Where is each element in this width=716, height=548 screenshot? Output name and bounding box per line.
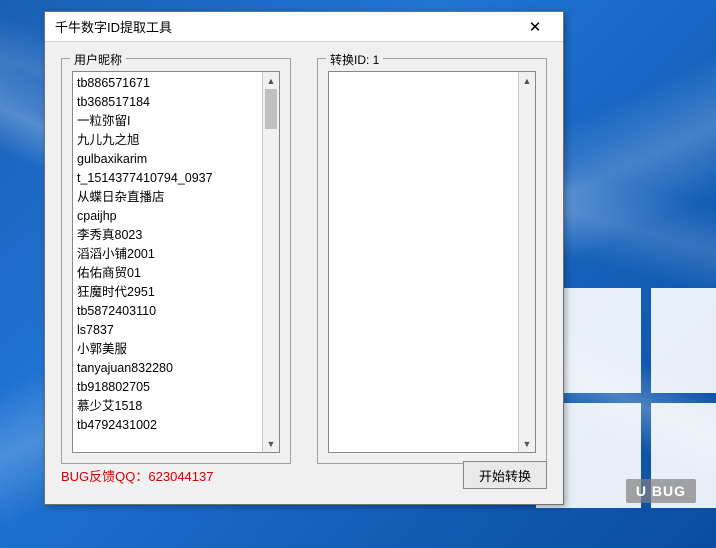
list-item[interactable]: 狂魔时代2951 (77, 283, 258, 302)
desktop-background: U BUG 千牛数字ID提取工具 ✕ 用户昵称 tb886571671tb368… (0, 0, 716, 548)
list-item[interactable]: 从蝶日杂直播店 (77, 188, 258, 207)
usernames-list-container: tb886571671tb368517184一粒弥留I九儿九之旭gulbaxik… (72, 71, 280, 453)
close-button[interactable]: ✕ (515, 13, 555, 41)
list-item[interactable]: tb918802705 (77, 378, 258, 397)
scroll-down-icon[interactable]: ▼ (519, 435, 535, 452)
titlebar[interactable]: 千牛数字ID提取工具 ✕ (45, 12, 563, 42)
converted-groupbox: 转换ID: 1 ▲ ▼ (317, 58, 547, 464)
start-convert-button[interactable]: 开始转换 (463, 461, 547, 489)
list-item[interactable]: 九儿九之旭 (77, 131, 258, 150)
window-title: 千牛数字ID提取工具 (55, 17, 172, 36)
watermark-badge: U BUG (626, 479, 696, 503)
converted-scrollbar[interactable]: ▲ ▼ (518, 72, 535, 452)
list-item[interactable]: tb368517184 (77, 93, 258, 112)
bug-feedback-text: BUG反馈QQ：623044137 (61, 466, 213, 485)
list-item[interactable]: tb4792431002 (77, 416, 258, 435)
list-item[interactable]: 慕少艾1518 (77, 397, 258, 416)
client-area: 用户昵称 tb886571671tb368517184一粒弥留I九儿九之旭gul… (45, 42, 563, 504)
list-item[interactable]: 李秀真8023 (77, 226, 258, 245)
app-window: 千牛数字ID提取工具 ✕ 用户昵称 tb886571671tb368517184… (44, 11, 564, 505)
list-item[interactable]: gulbaxikarim (77, 150, 258, 169)
converted-legend: 转换ID: 1 (326, 51, 383, 68)
list-item[interactable]: ls7837 (77, 321, 258, 340)
list-item[interactable]: cpaijhp (77, 207, 258, 226)
scroll-thumb[interactable] (265, 89, 277, 129)
list-item[interactable]: 佑佑商贸01 (77, 264, 258, 283)
usernames-scrollbar[interactable]: ▲ ▼ (262, 72, 279, 452)
scroll-down-icon[interactable]: ▼ (263, 435, 279, 452)
scroll-up-icon[interactable]: ▲ (519, 72, 535, 89)
list-item[interactable]: tb886571671 (77, 74, 258, 93)
usernames-groupbox: 用户昵称 tb886571671tb368517184一粒弥留I九儿九之旭gul… (61, 58, 291, 464)
scroll-up-icon[interactable]: ▲ (263, 72, 279, 89)
close-icon: ✕ (529, 18, 542, 36)
list-item[interactable]: tb5872403110 (77, 302, 258, 321)
list-item[interactable]: tanyajuan832280 (77, 359, 258, 378)
list-item[interactable]: 小郭美服 (77, 340, 258, 359)
list-item[interactable]: t_1514377410794_0937 (77, 169, 258, 188)
converted-listbox[interactable] (329, 72, 518, 452)
list-item[interactable]: 滔滔小铺2001 (77, 245, 258, 264)
usernames-legend: 用户昵称 (70, 51, 126, 68)
usernames-listbox[interactable]: tb886571671tb368517184一粒弥留I九儿九之旭gulbaxik… (73, 72, 262, 452)
converted-list-container: ▲ ▼ (328, 71, 536, 453)
list-item[interactable]: 一粒弥留I (77, 112, 258, 131)
